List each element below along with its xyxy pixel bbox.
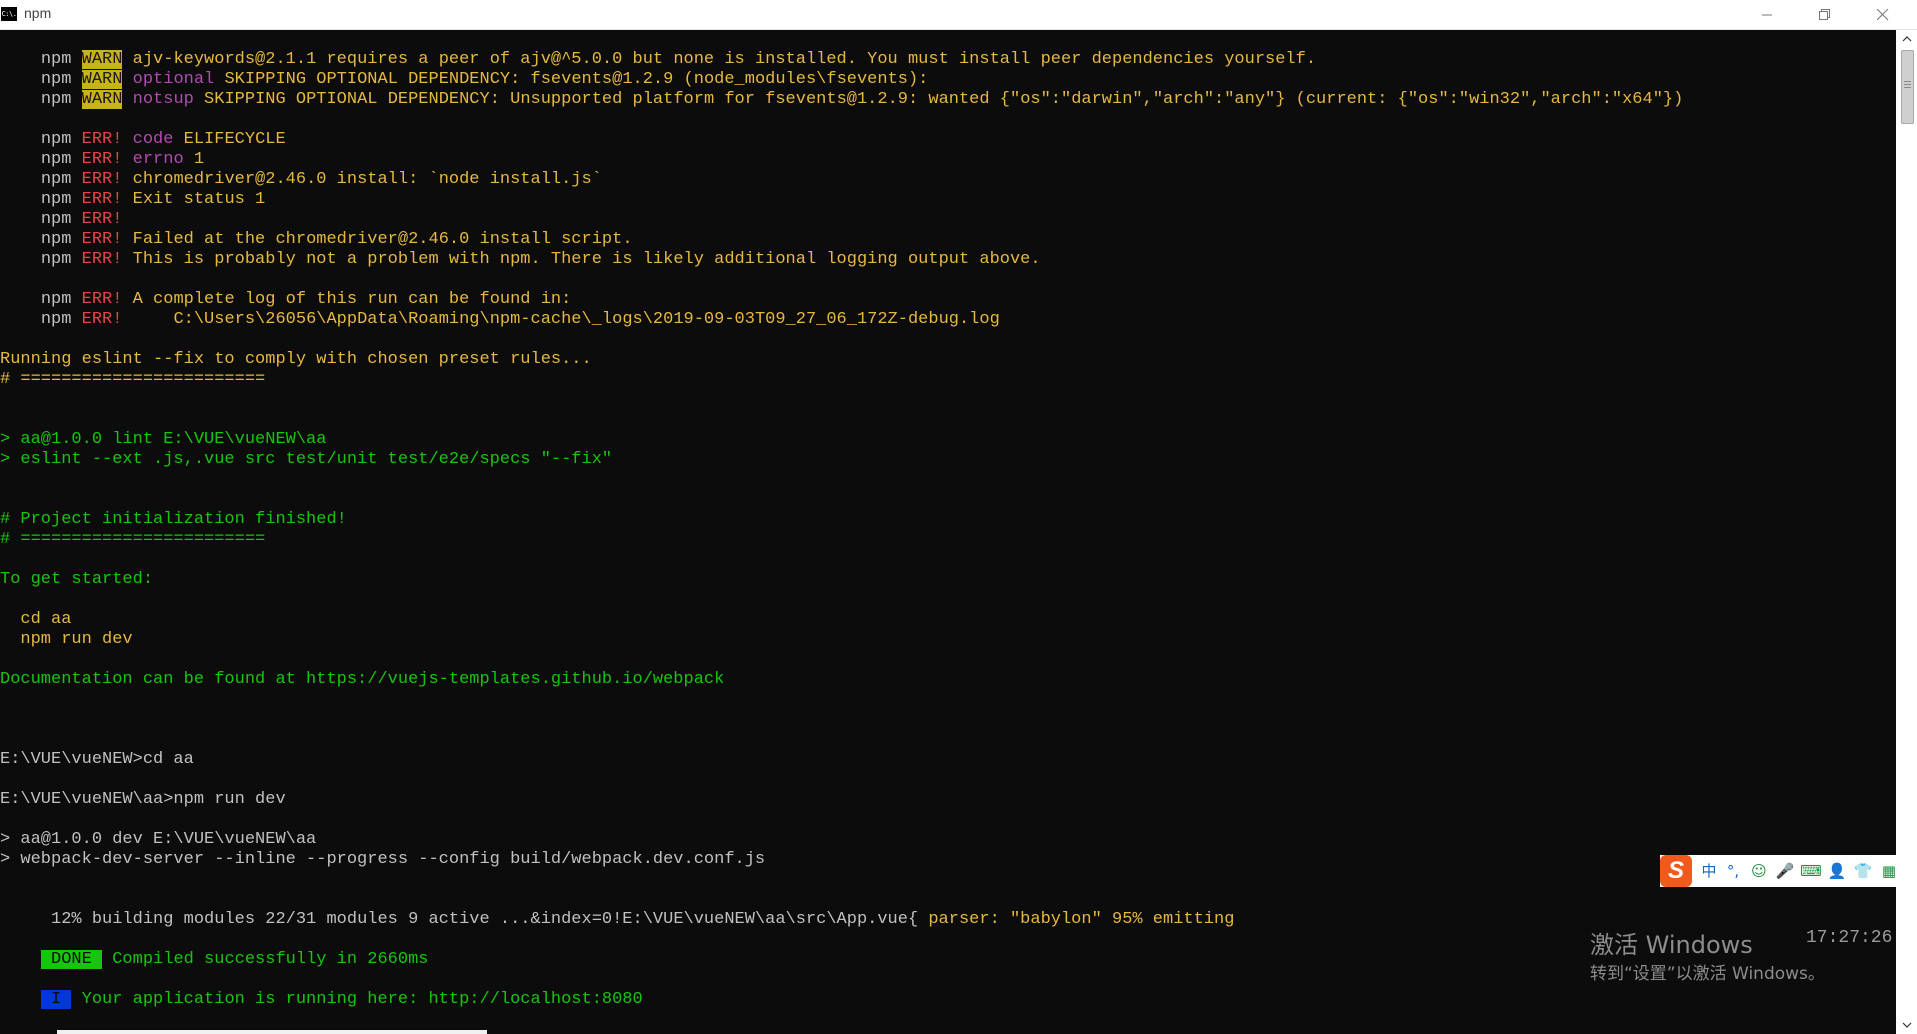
close-icon: [1877, 8, 1889, 20]
window-title: npm: [24, 5, 52, 21]
err-line: npm ERR!: [0, 190, 123, 229]
docs-text: Documentation can be found at https://vu…: [0, 670, 725, 689]
err-tag: ERR!: [81, 250, 123, 269]
title-bar: C:\. npm: [0, 0, 1917, 30]
ime-user-icon[interactable]: 👤: [1826, 862, 1848, 880]
scroll-up-button[interactable]: [1896, 30, 1917, 48]
lint-command-line: > eslint --ext .js,.vue src test/unit te…: [0, 450, 613, 469]
console-app-icon[interactable]: C:\.: [1, 7, 17, 21]
ime-voice-icon[interactable]: 🎤: [1774, 862, 1796, 880]
npm-prefix: npm: [40, 90, 82, 109]
console-output[interactable]: npm WARN ajv-keywords@2.1.1 requires a p…: [0, 30, 1896, 1034]
activate-windows-title: 激活 Windows: [1590, 931, 1753, 959]
warn-text: SKIPPING OPTIONAL DEPENDENCY: Unsupporte…: [193, 90, 1684, 109]
warn-kind: notsup: [122, 90, 194, 109]
err-line: npm ERR! This is probably not a problem …: [0, 230, 1041, 269]
sogou-logo-icon[interactable]: S: [1660, 855, 1692, 887]
err-line: npm ERR! Failed at the chromedriver@2.46…: [0, 210, 633, 249]
warn-line: npm WARN optional SKIPPING OPTIONAL DEPE…: [0, 50, 928, 89]
err-line: npm ERR! A complete log of this run can …: [0, 270, 572, 309]
warn-line: npm WARN ajv-keywords@2.1.1 requires a p…: [0, 30, 1316, 69]
ime-toolbox-icon[interactable]: ▦: [1878, 862, 1900, 880]
restore-icon: [1819, 8, 1830, 20]
build-parser-text: parser: "babylon" 95% emitting: [928, 910, 1235, 929]
done-badge: DONE: [40, 950, 103, 969]
ime-emoji-icon[interactable]: ☺: [1748, 862, 1770, 880]
project-finished-text: # Project initialization finished!: [0, 510, 347, 529]
run-command: npm run dev: [0, 630, 133, 649]
done-line: DONE Compiled successfully in 2660ms: [0, 930, 428, 969]
build-progress-text: 12% building modules 22/31 modules 9 act…: [40, 910, 929, 929]
ime-mode-chinese[interactable]: 中: [1698, 862, 1720, 880]
warn-line: npm WARN notsup SKIPPING OPTIONAL DEPEND…: [0, 70, 1683, 109]
err-line: npm ERR! C:\Users\26056\AppData\Roaming\…: [0, 290, 1000, 329]
get-started-text: To get started:: [0, 570, 154, 589]
chevron-down-icon: [1902, 1022, 1911, 1028]
scroll-down-button[interactable]: [1896, 1016, 1917, 1034]
separator-line: # ========================: [0, 530, 266, 549]
prompt-line: E:\VUE\vueNEW>cd aa: [0, 750, 194, 769]
activate-windows-subtitle: 转到“设置”以激活 Windows。: [1590, 964, 1825, 984]
err-line: npm ERR! Exit status 1: [0, 170, 265, 209]
dev-command-line: > aa@1.0.0 dev E:\VUE\vueNEW\aa: [0, 830, 317, 849]
prompt-line: E:\VUE\vueNEW\aa>npm run dev: [0, 790, 286, 809]
scroll-thumb[interactable]: [1901, 50, 1914, 124]
separator-line: # ========================: [0, 370, 266, 389]
err-text: C:\Users\26056\AppData\Roaming\npm-cache…: [122, 310, 1000, 329]
clock-text: 17:27:26: [1806, 928, 1893, 948]
ime-skin-icon[interactable]: 👕: [1852, 862, 1874, 880]
lint-command-line: > aa@1.0.0 lint E:\VUE\vueNEW\aa: [0, 430, 327, 449]
err-text: Exit status 1: [122, 190, 266, 209]
ime-keyboard-icon[interactable]: ⌨: [1800, 862, 1822, 880]
restore-button[interactable]: [1802, 0, 1848, 29]
err-text: This is probably not a problem with npm.…: [122, 250, 1041, 269]
done-text: Compiled successfully in 2660ms: [102, 950, 429, 969]
chevron-up-icon: [1902, 36, 1911, 42]
npm-prefix: npm: [40, 250, 82, 269]
minimize-button[interactable]: [1744, 0, 1790, 29]
warn-tag: WARN: [81, 90, 123, 109]
err-line: npm ERR! errno 1: [0, 130, 204, 169]
horizontal-scroll-indicator[interactable]: [57, 1030, 487, 1034]
info-badge: I: [40, 990, 72, 1009]
minimize-icon: [1761, 14, 1772, 16]
close-button[interactable]: [1860, 0, 1906, 29]
cd-command: cd aa: [0, 610, 72, 629]
err-tag: ERR!: [81, 310, 123, 329]
eslint-running-text: Running eslint --fix to comply with chos…: [0, 350, 592, 369]
npm-prefix: npm: [40, 310, 82, 329]
err-line: npm ERR! code ELIFECYCLE: [0, 110, 286, 149]
ime-punctuation-icon[interactable]: °,: [1722, 862, 1744, 880]
app-url-text: Your application is running here: http:/…: [71, 990, 643, 1009]
ime-toolbar[interactable]: S 中 °, ☺ 🎤 ⌨ 👤 👕 ▦: [1660, 855, 1917, 887]
err-line: npm ERR! chromedriver@2.46.0 install: `n…: [0, 150, 602, 189]
info-line: I Your application is running here: http…: [0, 970, 643, 1009]
build-progress-line: 12% building modules 22/31 modules 9 act…: [0, 890, 1234, 929]
dev-command-line: > webpack-dev-server --inline --progress…: [0, 850, 766, 869]
